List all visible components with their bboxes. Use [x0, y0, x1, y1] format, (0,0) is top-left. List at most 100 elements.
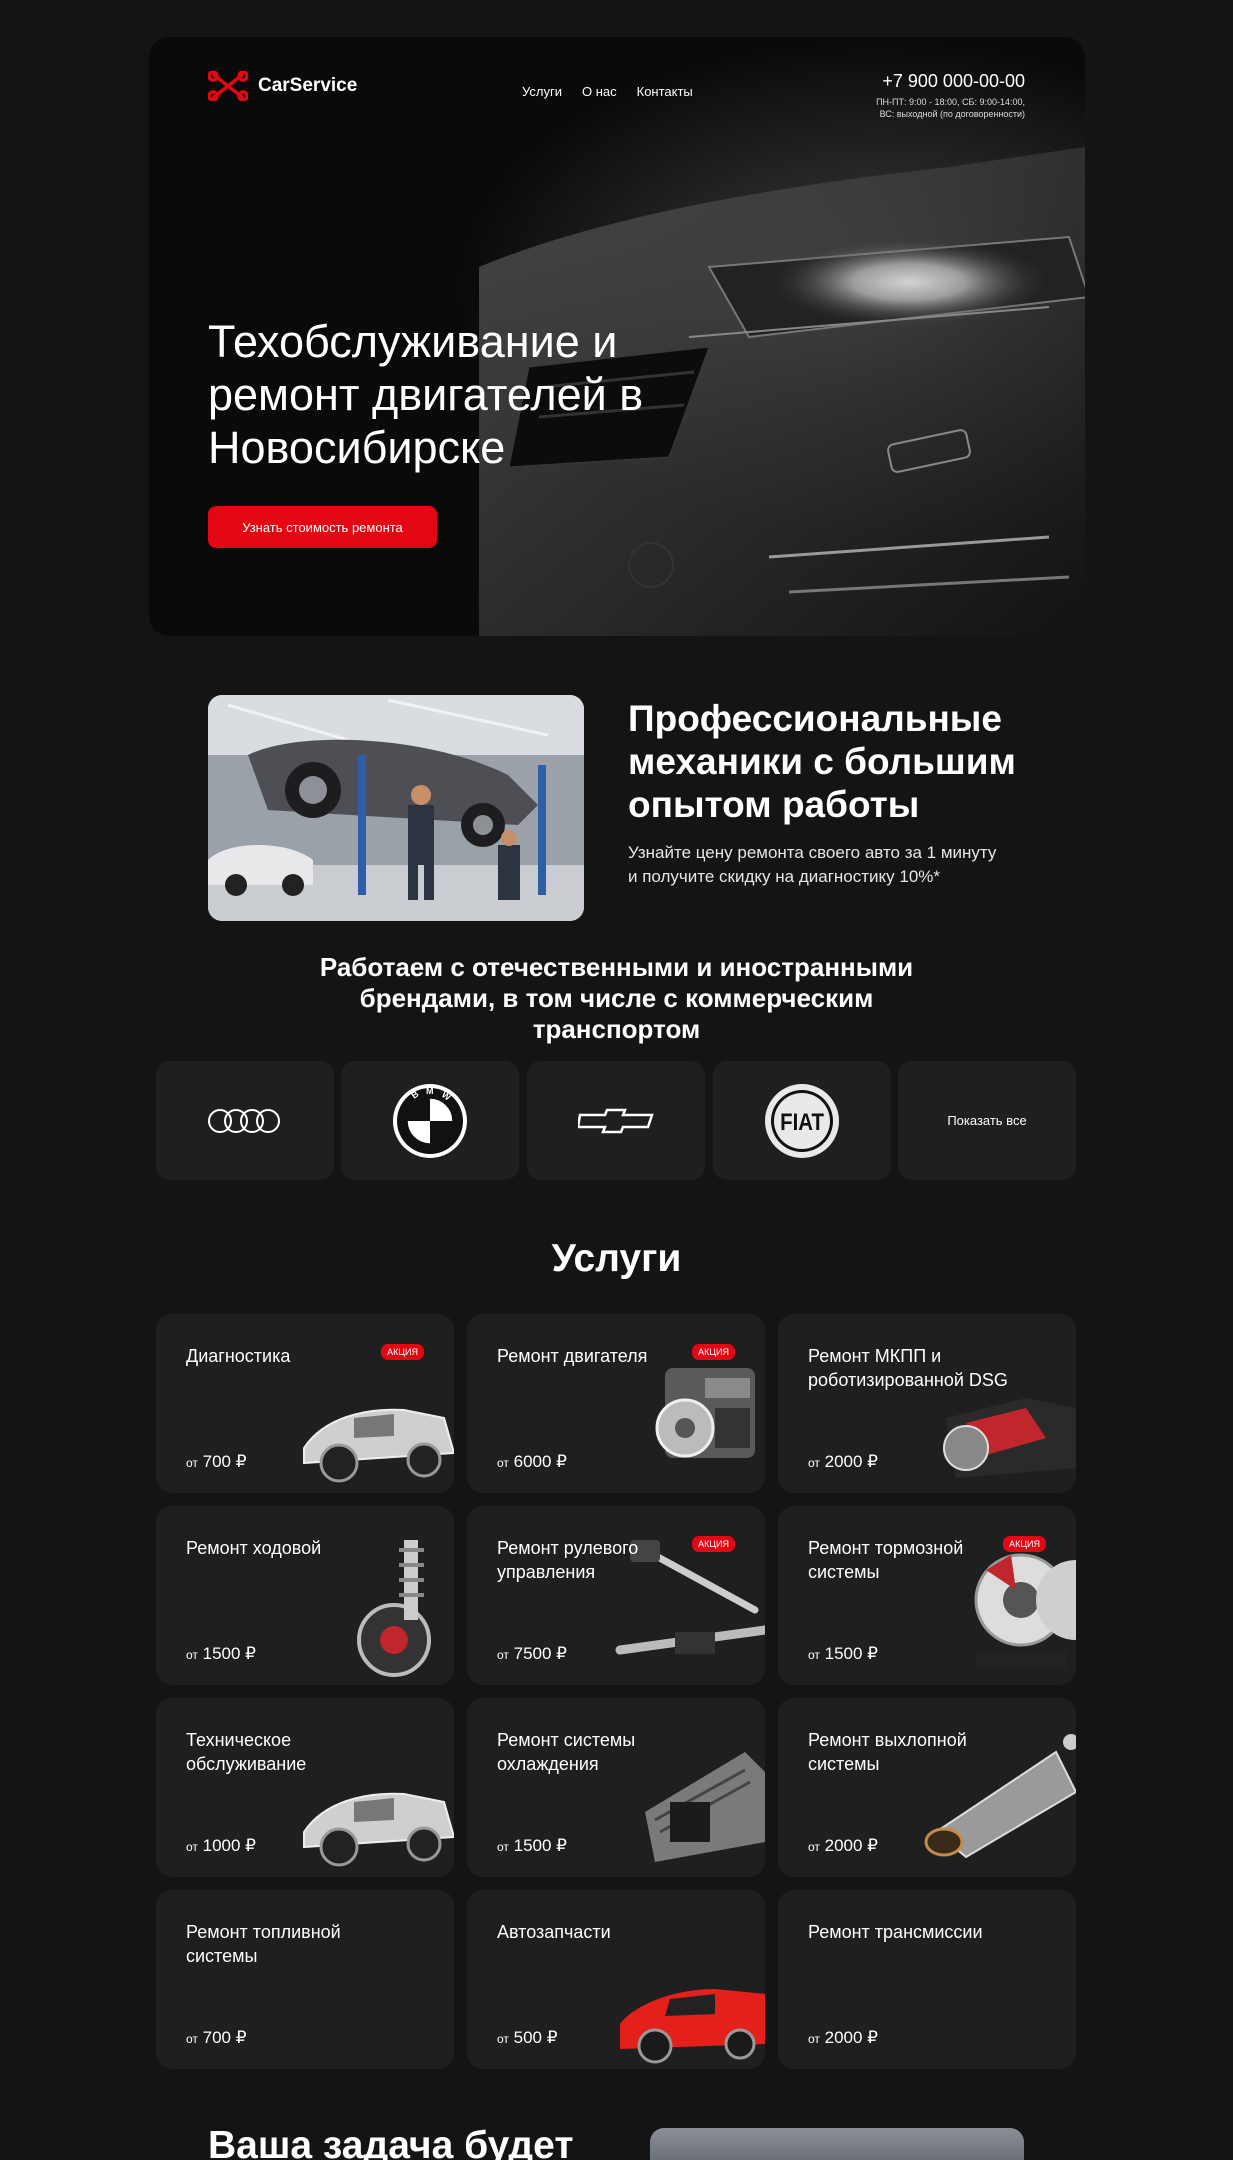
service-title: Ремонт трансмиссии — [808, 1922, 983, 1942]
price-value: 1500 ₽ — [824, 1644, 878, 1663]
price-value: 1500 ₽ — [202, 1644, 256, 1663]
price-prefix: от — [186, 1840, 198, 1854]
audi-logo-icon — [208, 1108, 280, 1133]
service-title: Техническое обслуживание — [186, 1730, 307, 1774]
menu-item-about[interactable]: О нас — [582, 84, 617, 99]
service-title: Ремонт МКПП и роботизированной DSG — [808, 1346, 1008, 1390]
service-image — [294, 1762, 454, 1877]
service-title: Диагностика — [186, 1346, 291, 1366]
fiat-logo-icon: FIAT — [765, 1083, 839, 1158]
promo-badge: АКЦИЯ — [381, 1344, 424, 1360]
service-card[interactable]: Ремонт тормозной системы от 1500 ₽ АКЦИЯ — [778, 1506, 1076, 1685]
service-title: Ремонт рулевого управления — [497, 1538, 639, 1582]
service-price: от 2000 ₽ — [808, 2028, 878, 2048]
service-price: от 1500 ₽ — [186, 1644, 256, 1664]
service-card[interactable]: Ремонт двигателя от 6000 ₽ АКЦИЯ — [467, 1314, 765, 1493]
service-image — [936, 1378, 1076, 1493]
promo-badge: АКЦИЯ — [692, 1344, 735, 1360]
services-title: Услуги — [551, 1237, 682, 1280]
service-card[interactable]: Ремонт рулевого управления от 7500 ₽ АКЦИЯ — [467, 1506, 765, 1685]
service-card[interactable]: Диагностика от 700 ₽ АКЦИЯ — [156, 1314, 454, 1493]
service-card[interactable]: Автозапчасти от 500 ₽ — [467, 1890, 765, 2069]
price-value: 7500 ₽ — [513, 1644, 567, 1663]
service-image — [645, 1348, 765, 1493]
service-title: Ремонт выхлопной системы — [808, 1730, 967, 1774]
brands-title: Работаем с отечественными и иностранными… — [319, 952, 914, 1044]
price-value: 1500 ₽ — [513, 1836, 567, 1855]
logo-text: CarService — [258, 75, 358, 96]
brand-card-fiat[interactable]: FIAT — [713, 1061, 891, 1180]
show-all-brands-label: Показать все — [947, 1113, 1027, 1128]
brand-card-audi[interactable] — [156, 1061, 334, 1180]
price-value: 2000 ₽ — [824, 2028, 878, 2047]
price-prefix: от — [808, 1840, 820, 1854]
price-value: 700 ₽ — [202, 1452, 247, 1471]
service-price: от 7500 ₽ — [497, 1644, 567, 1664]
price-prefix: от — [497, 1648, 509, 1662]
service-card[interactable]: Ремонт топливной системы от 700 ₽ — [156, 1890, 454, 2069]
task-section-photo — [650, 2128, 1024, 2160]
menu-item-contacts[interactable]: Контакты — [637, 84, 693, 99]
task-section-title: Ваша задача будет — [208, 2124, 574, 2160]
service-price: от 6000 ₽ — [497, 1452, 567, 1472]
price-prefix: от — [497, 1456, 509, 1470]
mechanics-title: Профессиональные механики с большим опыт… — [628, 698, 1016, 825]
top-navigation: CarService Услуги О нас Контакты +7 900 … — [208, 71, 1025, 131]
service-card[interactable]: Ремонт МКПП и роботизированной DSG от 200… — [778, 1314, 1076, 1493]
brand-card-chevrolet[interactable] — [527, 1061, 705, 1180]
service-card[interactable]: Ремонт выхлопной системы от 2000 ₽ — [778, 1698, 1076, 1877]
working-hours: ПН-ПТ: 9:00 - 18:00, СБ: 9:00-14:00, ВС:… — [876, 96, 1025, 120]
service-title: Автозапчасти — [497, 1922, 611, 1942]
price-prefix: от — [497, 1840, 509, 1854]
service-title: Ремонт двигателя — [497, 1346, 648, 1366]
promo-badge: АКЦИЯ — [1003, 1536, 1046, 1552]
logo[interactable]: CarService — [208, 71, 357, 101]
service-price: от 500 ₽ — [497, 2028, 558, 2048]
service-image — [294, 1378, 454, 1493]
service-card[interactable]: Ремонт трансмиссии от 2000 ₽ — [778, 1890, 1076, 2069]
promo-badge: АКЦИЯ — [692, 1536, 735, 1552]
bmw-logo-icon: B M W — [393, 1083, 467, 1158]
service-price: от 2000 ₽ — [808, 1452, 878, 1472]
working-hours-weekdays: ПН-ПТ: 9:00 - 18:00, СБ: 9:00-14:00, — [876, 97, 1025, 107]
price-prefix: от — [186, 2032, 198, 2046]
price-prefix: от — [808, 1456, 820, 1470]
mechanics-text: Узнайте цену ремонта своего авто за 1 ми… — [628, 843, 997, 886]
garage-lift-image — [208, 695, 584, 921]
service-title: Ремонт топливной системы — [186, 1922, 341, 1966]
mechanics-photo — [208, 695, 584, 921]
price-prefix: от — [497, 2032, 509, 2046]
price-value: 2000 ₽ — [824, 1452, 878, 1471]
hero-section: CarService Услуги О нас Контакты +7 900 … — [149, 37, 1085, 636]
service-price: от 700 ₽ — [186, 1452, 247, 1472]
show-all-brands-card[interactable]: Показать все — [898, 1061, 1076, 1180]
service-card[interactable]: Техническое обслуживание от 1000 ₽ — [156, 1698, 454, 1877]
service-card[interactable]: Ремонт ходовой от 1500 ₽ — [156, 1506, 454, 1685]
svg-text:M: M — [426, 1086, 434, 1096]
service-price: от 2000 ₽ — [808, 1836, 878, 1856]
price-value: 700 ₽ — [202, 2028, 247, 2047]
hero-title: Техобслуживание и ремонт двигателей в Но… — [208, 316, 644, 473]
price-value: 1000 ₽ — [202, 1836, 256, 1855]
brand-card-bmw[interactable]: B M W — [341, 1061, 519, 1180]
service-price: от 1000 ₽ — [186, 1836, 256, 1856]
price-value: 6000 ₽ — [513, 1452, 567, 1471]
phone-number[interactable]: +7 900 000-00-00 — [876, 71, 1025, 92]
get-price-button[interactable]: Узнать стоимость ремонта — [208, 506, 437, 548]
service-title: Ремонт системы охлаждения — [497, 1730, 636, 1774]
service-price: от 700 ₽ — [186, 2028, 247, 2048]
service-price: от 1500 ₽ — [497, 1836, 567, 1856]
service-price: от 1500 ₽ — [808, 1644, 878, 1664]
service-image — [615, 1964, 765, 2069]
contact-info: +7 900 000-00-00 ПН-ПТ: 9:00 - 18:00, СБ… — [876, 71, 1025, 120]
price-value: 500 ₽ — [513, 2028, 558, 2047]
service-title: Ремонт тормозной системы — [808, 1538, 964, 1582]
main-menu: Услуги О нас Контакты — [522, 84, 693, 99]
chevrolet-logo-icon — [578, 1108, 654, 1133]
service-card[interactable]: Ремонт системы охлаждения от 1500 ₽ — [467, 1698, 765, 1877]
svg-text:FIAT: FIAT — [780, 1108, 824, 1135]
wrench-logo-icon — [208, 71, 248, 101]
price-prefix: от — [186, 1648, 198, 1662]
menu-item-services[interactable]: Услуги — [522, 84, 562, 99]
price-prefix: от — [808, 1648, 820, 1662]
